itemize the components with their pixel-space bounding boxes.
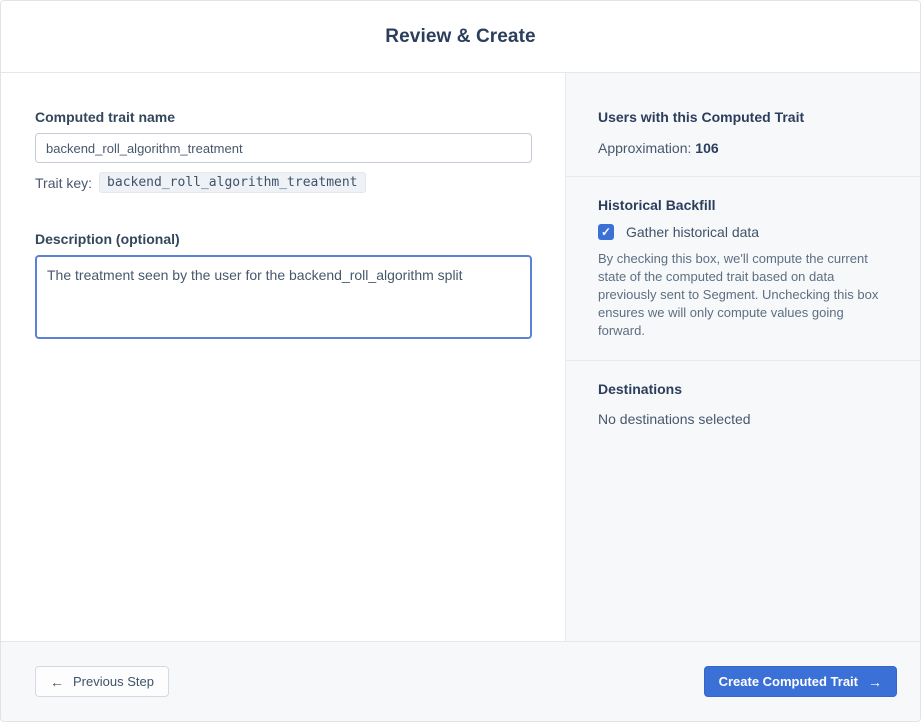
summary-panel: Users with this Computed Trait Approxima…	[565, 73, 920, 641]
trait-key-label: Trait key:	[35, 174, 93, 191]
section-divider	[566, 360, 920, 361]
arrow-left-icon: ←	[50, 673, 64, 690]
previous-step-label: Previous Step	[73, 674, 154, 689]
modal-header: Review & Create	[1, 1, 920, 73]
approximation-row: Approximation: 106	[598, 140, 888, 156]
trait-key-value-badge: backend_roll_algorithm_treatment	[99, 172, 366, 193]
backfill-description: By checking this box, we'll compute the …	[598, 251, 879, 338]
description-block: Description (optional) The treatment see…	[35, 231, 532, 339]
page-title: Review & Create	[385, 25, 536, 47]
trait-key-row: Trait key: backend_roll_algorithm_treatm…	[35, 172, 531, 193]
create-computed-trait-button[interactable]: Create Computed Trait →	[703, 666, 897, 697]
section-divider	[566, 176, 920, 177]
description-label: Description (optional)	[35, 231, 180, 247]
gather-historical-data-checkbox[interactable]: ✓	[598, 224, 614, 240]
create-computed-trait-label: Create Computed Trait	[718, 674, 858, 689]
previous-step-button[interactable]: ← Previous Step	[35, 666, 169, 697]
modal-body: Computed trait name Trait key: backend_r…	[1, 73, 920, 641]
historical-backfill-heading: Historical Backfill	[598, 197, 716, 213]
modal-footer: ← Previous Step Create Computed Trait →	[1, 641, 920, 721]
destinations-empty-text: No destinations selected	[598, 411, 751, 427]
review-create-modal: Review & Create Computed trait name Trai…	[0, 0, 921, 722]
computed-trait-name-input[interactable]	[35, 133, 532, 163]
trait-form-panel: Computed trait name Trait key: backend_r…	[1, 73, 565, 641]
gather-historical-data-label: Gather historical data	[626, 224, 760, 240]
destinations-heading: Destinations	[598, 381, 683, 397]
approximation-value: 106	[695, 140, 719, 156]
arrow-right-icon: →	[868, 673, 882, 690]
approximation-label: Approximation:	[598, 140, 692, 156]
checkmark-icon: ✓	[600, 225, 612, 239]
users-with-trait-heading: Users with this Computed Trait	[598, 109, 805, 125]
computed-trait-name-label: Computed trait name	[35, 109, 176, 125]
description-textarea[interactable]: The treatment seen by the user for the b…	[35, 255, 532, 339]
gather-historical-data-row: ✓ Gather historical data	[598, 224, 888, 240]
